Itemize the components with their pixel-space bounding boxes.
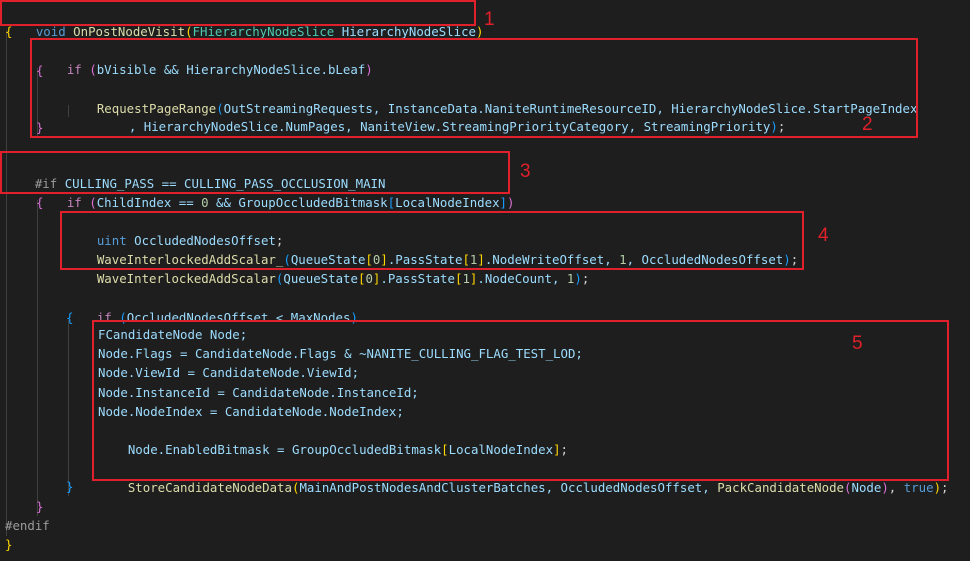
function-call: PackCandidateNode [717, 480, 845, 495]
code-line[interactable]: } [36, 497, 43, 516]
code-editor[interactable]: void OnPostNodeVisit(FHierarchyNodeSlice… [0, 0, 970, 561]
brace: } [36, 499, 44, 514]
code-line-preprocessor-endif[interactable]: #endif [5, 516, 50, 535]
code-line[interactable]: { [36, 193, 43, 212]
semicolon: ; [581, 271, 590, 286]
code-line-if-max-nodes[interactable]: if (OccludedNodesOffset < MaxNodes) [67, 289, 358, 325]
semicolon: ; [941, 480, 949, 495]
highlight-box-3 [0, 151, 510, 194]
paren: ( [81, 195, 97, 210]
code-line[interactable]: } [5, 535, 12, 554]
function-name: OnPostNodeVisit [73, 24, 186, 39]
function-call: StoreCandidateNodeData [127, 480, 292, 495]
paren: ) [881, 480, 889, 495]
annotation-label-1: 1 [484, 9, 495, 30]
annotation-label-5: 5 [852, 333, 863, 354]
indent-guide [6, 30, 7, 536]
highlight-box-1 [0, 0, 476, 26]
number-literal: 0 [365, 271, 373, 286]
brace: { [66, 310, 74, 325]
keyword-if: if [66, 195, 82, 210]
keyword-void: void [35, 24, 66, 39]
brace: { [36, 195, 44, 210]
comma: , [888, 480, 904, 495]
paren: ) [933, 480, 942, 495]
paren: ( [185, 24, 193, 39]
param-type: FHierarchyNodeSlice [192, 24, 335, 39]
identifier: QueueState [283, 271, 358, 286]
identifier: .PassState [380, 271, 455, 286]
index: LocalNodeIndex [395, 195, 500, 210]
number-literal: 1 [462, 271, 470, 286]
argument: Node [851, 480, 882, 495]
identifier: .NodeCount, [477, 271, 567, 286]
annotation-label-4: 4 [818, 225, 829, 246]
annotation-label-3: 3 [520, 161, 531, 182]
indent-guide [68, 320, 69, 496]
paren: ) [476, 24, 484, 39]
condition: && GroupOccludedBitmask [208, 195, 388, 210]
arguments: MainAndPostNodesAndClusterBatches, Occlu… [299, 480, 718, 495]
function-call: WaveInterlockedAddScalar [96, 271, 276, 286]
param-name: HierarchyNodeSlice [334, 24, 477, 39]
brace: } [66, 479, 74, 494]
bracket: [ [387, 195, 396, 210]
highlight-box-5 [92, 320, 949, 481]
paren: ) [507, 195, 515, 210]
highlight-box-2 [30, 38, 918, 138]
paren: ) [574, 271, 582, 286]
highlight-box-4 [60, 211, 804, 270]
code-line[interactable]: { [66, 308, 73, 327]
code-line[interactable]: } [66, 477, 73, 496]
bracket: ] [499, 195, 508, 210]
number-literal: 0 [201, 195, 209, 210]
brace: } [5, 537, 13, 552]
brace: { [5, 24, 13, 39]
keyword-true: true [903, 480, 934, 495]
annotation-label-2: 2 [862, 114, 873, 135]
condition: ChildIndex == [96, 195, 202, 210]
preprocessor-directive: #endif [5, 518, 50, 533]
indent-guide [37, 200, 38, 516]
